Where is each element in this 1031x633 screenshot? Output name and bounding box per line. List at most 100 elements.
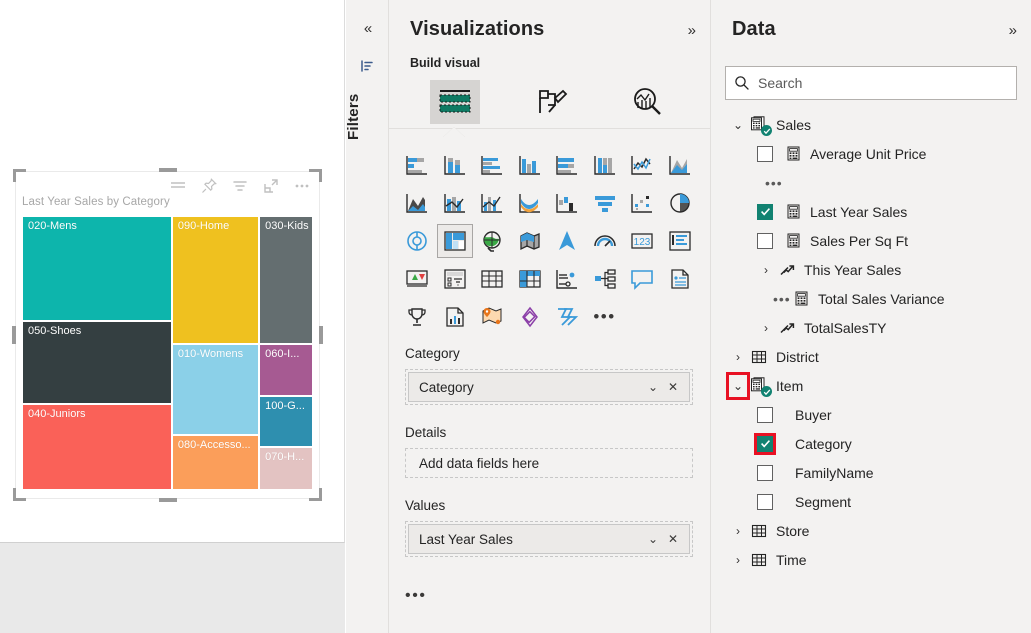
field-checkbox[interactable] bbox=[757, 493, 773, 510]
power-apps-icon[interactable] bbox=[512, 300, 548, 334]
resize-handle-bottom-right[interactable] bbox=[309, 488, 322, 501]
treemap-plot[interactable]: 020-Mens 050-Shoes 040-Juniors 090-Home 030-… bbox=[22, 216, 313, 490]
build-visual-tab[interactable] bbox=[407, 78, 503, 126]
search-input[interactable]: Search bbox=[725, 66, 1017, 100]
row-ellipsis-icon[interactable]: ••• bbox=[765, 176, 782, 190]
resize-handle-top[interactable] bbox=[158, 168, 177, 172]
field-checkbox[interactable] bbox=[757, 406, 773, 423]
resize-handle-right[interactable] bbox=[319, 326, 323, 344]
q-and-a-icon[interactable] bbox=[624, 262, 660, 296]
tree-row-time[interactable]: › Time bbox=[711, 545, 1031, 574]
chevron-right-icon[interactable]: › bbox=[729, 350, 747, 364]
narrative-icon[interactable] bbox=[662, 262, 698, 296]
stacked-bar-chart-icon[interactable] bbox=[399, 148, 435, 182]
field-chip[interactable]: Last Year Sales ⌄ ✕ bbox=[408, 524, 690, 554]
paginated-report-icon[interactable] bbox=[437, 300, 473, 334]
line-and-stacked-column-chart-icon[interactable] bbox=[437, 186, 473, 220]
card-icon[interactable]: 123 bbox=[624, 224, 660, 258]
line-and-clustered-column-chart-icon[interactable] bbox=[474, 186, 510, 220]
treemap-cell[interactable]: 090-Home bbox=[171, 216, 260, 345]
power-automate-icon[interactable] bbox=[549, 300, 585, 334]
treemap-icon[interactable] bbox=[436, 224, 473, 258]
r-script-visual-icon[interactable] bbox=[549, 262, 585, 296]
area-chart-icon[interactable] bbox=[662, 148, 698, 182]
tree-row-district[interactable]: › District bbox=[711, 342, 1031, 371]
treemap-cell[interactable]: 010-Womens bbox=[171, 344, 260, 435]
resize-handle-left[interactable] bbox=[12, 326, 16, 344]
well-dropzone[interactable]: Add data fields here bbox=[389, 446, 711, 480]
field-checkbox[interactable] bbox=[757, 464, 773, 481]
well-empty-placeholder[interactable]: Add data fields here bbox=[405, 448, 693, 478]
filter-icon[interactable] bbox=[231, 177, 249, 195]
chevron-right-icon[interactable]: › bbox=[757, 321, 775, 335]
filters-pane-collapsed[interactable]: « Filters bbox=[345, 0, 389, 633]
tree-row-segment[interactable]: Segment bbox=[711, 487, 1031, 516]
clustered-bar-chart-icon[interactable] bbox=[474, 148, 510, 182]
kpi-icon[interactable] bbox=[399, 262, 435, 296]
well-dropzone-border[interactable]: Category ⌄ ✕ bbox=[405, 369, 693, 405]
remove-field-icon[interactable]: ✕ bbox=[663, 532, 683, 546]
filters-collapse-button[interactable]: « bbox=[358, 20, 378, 38]
tree-row-buyer[interactable]: Buyer bbox=[711, 400, 1031, 429]
tree-row-average-unit-price[interactable]: Average Unit Price bbox=[711, 139, 1031, 168]
map-icon[interactable] bbox=[474, 224, 510, 258]
line-chart-icon[interactable] bbox=[624, 148, 660, 182]
treemap-cell[interactable]: 100-G... bbox=[259, 396, 313, 447]
donut-chart-icon[interactable] bbox=[399, 224, 435, 258]
filter-indicator-icon[interactable] bbox=[169, 177, 187, 195]
field-chip[interactable]: Category ⌄ ✕ bbox=[408, 372, 690, 402]
field-checkbox[interactable] bbox=[757, 232, 773, 249]
matrix-icon[interactable] bbox=[512, 262, 548, 296]
decomposition-tree-icon[interactable] bbox=[587, 262, 623, 296]
treemap-cell[interactable]: 050-Shoes bbox=[22, 321, 172, 404]
scatter-chart-icon[interactable] bbox=[624, 186, 660, 220]
filled-map-icon[interactable] bbox=[512, 224, 548, 258]
well-dropzone[interactable]: Category ⌄ ✕ bbox=[389, 367, 711, 407]
treemap-visual[interactable]: Last Year Sales by Category 020-Mens 050-… bbox=[12, 168, 323, 502]
100-stacked-column-chart-icon[interactable] bbox=[587, 148, 623, 182]
tree-row-total-sales-variance[interactable]: ••• Total Sales Variance bbox=[711, 284, 1031, 313]
analytics-tab[interactable] bbox=[599, 78, 695, 126]
chevron-down-icon[interactable]: ⌄ bbox=[729, 118, 747, 132]
arcgis-map-icon[interactable] bbox=[474, 300, 510, 334]
slicer-icon[interactable] bbox=[437, 262, 473, 296]
clustered-column-chart-icon[interactable] bbox=[512, 148, 548, 182]
row-ellipsis-icon[interactable]: ••• bbox=[773, 292, 790, 306]
pin-icon[interactable] bbox=[200, 177, 218, 195]
more-visuals-icon[interactable]: ••• bbox=[587, 300, 623, 334]
tree-row-familyname[interactable]: FamilyName bbox=[711, 458, 1031, 487]
field-wells-more-button[interactable]: ••• bbox=[405, 588, 711, 604]
pie-chart-icon[interactable] bbox=[662, 186, 698, 220]
tree-row-sales-per-sq-ft[interactable]: Sales Per Sq Ft bbox=[711, 226, 1031, 255]
waterfall-chart-icon[interactable] bbox=[549, 186, 585, 220]
chevron-down-icon[interactable]: ⌄ bbox=[643, 532, 663, 546]
gauge-icon[interactable] bbox=[587, 224, 623, 258]
tree-row-item[interactable]: ⌄ Item bbox=[711, 371, 1031, 400]
key-influencers-icon[interactable] bbox=[399, 300, 435, 334]
tree-row-store[interactable]: › Store bbox=[711, 516, 1031, 545]
resize-handle-top-left[interactable] bbox=[13, 169, 26, 182]
chevron-down-icon[interactable]: ⌄ bbox=[643, 380, 663, 394]
remove-field-icon[interactable]: ✕ bbox=[663, 380, 683, 394]
azure-map-icon[interactable] bbox=[549, 224, 585, 258]
table-icon[interactable] bbox=[474, 262, 510, 296]
treemap-cell[interactable]: 060-I... bbox=[259, 344, 313, 397]
treemap-cell[interactable]: 080-Accesso... bbox=[171, 434, 260, 490]
tree-row-this-year-sales[interactable]: › This Year Sales bbox=[711, 255, 1031, 284]
tree-row-sales[interactable]: ⌄ Sales bbox=[711, 110, 1031, 139]
resize-handle-top-right[interactable] bbox=[309, 169, 322, 182]
field-checkbox[interactable] bbox=[754, 432, 776, 455]
resize-handle-bottom[interactable] bbox=[158, 498, 177, 502]
tree-row-category[interactable]: Category bbox=[711, 429, 1031, 458]
ribbon-chart-icon[interactable] bbox=[512, 186, 548, 220]
report-page[interactable]: Last Year Sales by Category 020-Mens 050-… bbox=[0, 0, 345, 543]
tree-row-ellipsis[interactable]: ••• bbox=[711, 168, 1031, 197]
funnel-chart-icon[interactable] bbox=[587, 186, 623, 220]
100-stacked-bar-chart-icon[interactable] bbox=[549, 148, 585, 182]
field-checkbox[interactable] bbox=[757, 145, 773, 162]
field-checkbox[interactable] bbox=[757, 203, 773, 220]
tree-row-last-year-sales[interactable]: Last Year Sales bbox=[711, 197, 1031, 226]
well-dropzone-border[interactable]: Last Year Sales ⌄ ✕ bbox=[405, 521, 693, 557]
treemap-cell[interactable]: 070-H... bbox=[259, 446, 313, 490]
chevron-down-icon[interactable]: ⌄ bbox=[726, 371, 750, 400]
